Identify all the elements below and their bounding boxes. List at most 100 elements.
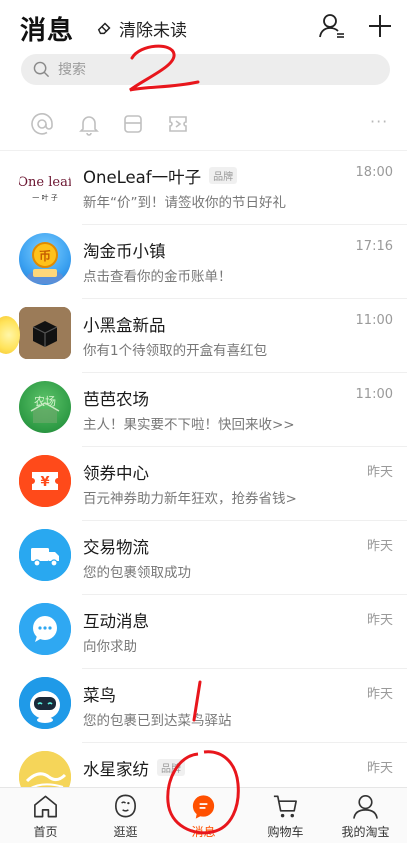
- tab-profile[interactable]: 我的淘宝: [325, 788, 406, 843]
- conversation-name: 领券中心: [83, 460, 149, 484]
- conversation-time: 17:16: [355, 239, 393, 254]
- contacts-button[interactable]: [318, 12, 346, 40]
- conversation-name-text: 交易物流: [83, 538, 149, 557]
- gold-coin-icon: 币: [27, 242, 63, 284]
- page-title: 消息: [20, 16, 75, 46]
- list-item[interactable]: One leaf 一 叶 子 OneLeaf一叶子 品牌 新年“价”到！请签收你的…: [0, 151, 407, 225]
- box-icon: [124, 115, 142, 133]
- cart-icon: [273, 795, 297, 818]
- avatar-xiaoheihe: [19, 307, 71, 359]
- black-box-icon: [19, 307, 71, 359]
- truck-icon: [19, 529, 71, 581]
- conversation-preview: 百元神券助力新年狂欢，抢券省钱>: [83, 491, 297, 507]
- tab-home[interactable]: 首页: [5, 788, 86, 843]
- list-item[interactable]: 币 淘金币小镇 点击查看你的金币账单！ 17:16: [0, 225, 407, 299]
- filter-coupons[interactable]: [166, 112, 190, 136]
- brand-badge: 品牌: [209, 167, 238, 184]
- oneleaf-logo-icon: One leaf 一 叶 子: [19, 175, 71, 202]
- robot-bird-icon: [19, 677, 71, 729]
- avatar-cainiao: [19, 677, 71, 729]
- profile-icon: [353, 795, 378, 819]
- list-item[interactable]: 交易物流 您的包裹领取成功 昨天: [0, 521, 407, 595]
- conversation-preview: 主人！果实要不下啦！快回来收>>: [83, 417, 295, 433]
- search-icon: [33, 61, 50, 78]
- conversation-name: 交易物流: [83, 534, 149, 558]
- plus-icon: [369, 15, 391, 37]
- conversation-name-text: 芭芭农场: [83, 390, 149, 409]
- tab-cart[interactable]: 购物车: [245, 788, 326, 843]
- filter-at[interactable]: [30, 112, 54, 136]
- chat-bubble-icon: [19, 603, 71, 655]
- conversation-name-text: 淘金币小镇: [83, 242, 166, 261]
- header: 消息 清除未读: [0, 0, 407, 52]
- conversation-time: 18:00: [355, 165, 393, 180]
- list-item[interactable]: 互动消息 向你求助 昨天: [0, 595, 407, 669]
- avatar-logistics: [19, 529, 71, 581]
- conversation-preview: 新年“价”到！请签收你的节日好礼: [83, 195, 286, 211]
- conversation-name-text: 互动消息: [83, 612, 149, 631]
- conversation-name-text: OneLeaf一叶子: [83, 168, 202, 187]
- more-icon[interactable]: ···: [370, 112, 388, 131]
- tab-messages-label: 消息: [191, 825, 216, 839]
- clear-unread-button[interactable]: 清除未读: [96, 16, 187, 41]
- farm-avatar-text: 农场: [34, 394, 56, 408]
- tab-explore[interactable]: 逛逛: [85, 788, 166, 843]
- filter-notifications[interactable]: [77, 112, 101, 136]
- conversation-name: 互动消息: [83, 608, 149, 632]
- avatar-babafarm: 农场: [19, 381, 71, 433]
- conversation-name: 菜鸟: [83, 682, 116, 706]
- explore-icon: [115, 794, 136, 818]
- coupon-ticket-icon: ¥: [19, 455, 71, 507]
- coupon-icon: [169, 116, 187, 132]
- conversation-name-text: 水星家纺: [83, 760, 149, 779]
- conversation-preview: 向你求助: [83, 639, 137, 655]
- svg-text:币: 币: [39, 249, 51, 263]
- home-icon: [34, 795, 57, 818]
- messages-screen: 消息 清除未读 ···: [0, 0, 407, 843]
- conversation-time: 11:00: [355, 313, 393, 328]
- list-item[interactable]: 农场 芭芭农场 主人！果实要不下啦！快回来收>> 11:00: [0, 373, 407, 447]
- message-icon: [192, 795, 215, 819]
- tab-profile-label: 我的淘宝: [341, 825, 390, 839]
- tab-explore-label: 逛逛: [113, 825, 138, 839]
- at-icon: [31, 113, 53, 135]
- conversation-time: 11:00: [355, 387, 393, 402]
- conversation-name-text: 菜鸟: [83, 686, 116, 705]
- bottom-tab-bar: 首页 逛逛 消息 购物车 我的淘宝: [0, 787, 407, 843]
- filter-logistics[interactable]: [121, 112, 145, 136]
- eraser-icon: [97, 22, 111, 35]
- add-button[interactable]: [366, 12, 394, 40]
- list-item[interactable]: ¥ 领券中心 百元神券助力新年狂欢，抢券省钱> 昨天: [0, 447, 407, 521]
- conversation-name: 水星家纺 品牌: [83, 756, 185, 780]
- tab-home-label: 首页: [33, 825, 58, 839]
- tab-messages[interactable]: 消息: [163, 788, 244, 843]
- search-bar[interactable]: [21, 54, 390, 85]
- conversation-name: OneLeaf一叶子 品牌: [83, 164, 238, 188]
- conversation-time: 昨天: [366, 465, 393, 480]
- list-item[interactable]: 小黑盒新品 你有1个待领取的开盒有喜红包 11:00: [0, 299, 407, 373]
- conversation-preview: 您的包裹领取成功: [83, 565, 191, 581]
- conversation-time: 昨天: [366, 761, 393, 776]
- bell-icon: [79, 116, 99, 136]
- conversation-preview: 您的包裹已到达菜鸟驿站: [83, 713, 232, 729]
- conversation-name: 芭芭农场: [83, 386, 149, 410]
- conversation-time: 昨天: [366, 613, 393, 628]
- conversation-time: 昨天: [366, 687, 393, 702]
- yuan-symbol: ¥: [40, 475, 49, 490]
- tab-cart-label: 购物车: [267, 825, 304, 839]
- oneleaf-logo-text: One leaf: [19, 175, 71, 190]
- conversation-name-text: 小黑盒新品: [83, 316, 166, 335]
- filter-row: ···: [0, 104, 407, 146]
- list-item[interactable]: 菜鸟 您的包裹已到达菜鸟驿站 昨天: [0, 669, 407, 743]
- conversation-name: 小黑盒新品: [83, 312, 166, 336]
- conversation-preview: 你有1个待领取的开盒有喜红包: [83, 343, 268, 359]
- avatar-coupon-center: ¥: [19, 455, 71, 507]
- search-input[interactable]: [58, 61, 358, 78]
- avatar-interaction: [19, 603, 71, 655]
- avatar-taojinbi: 币: [19, 233, 71, 285]
- conversation-time: 昨天: [366, 539, 393, 554]
- clear-unread-label: 清除未读: [119, 20, 187, 41]
- farm-icon: 农场: [30, 394, 60, 423]
- conversation-name-text: 领券中心: [83, 464, 149, 483]
- contacts-icon: [319, 14, 344, 38]
